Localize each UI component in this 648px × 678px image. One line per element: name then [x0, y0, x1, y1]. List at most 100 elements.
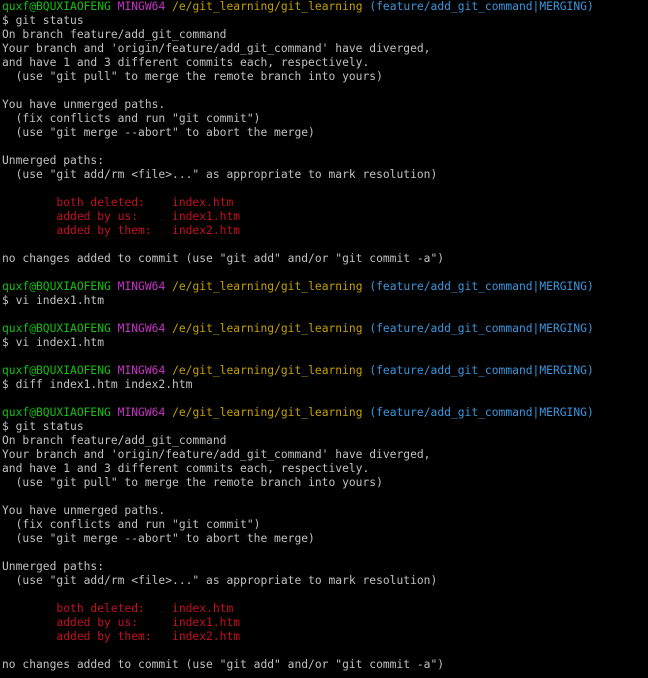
prompt-path: /e/git_learning/git_learning: [172, 406, 363, 419]
output-text: no changes added to commit (use "git add…: [2, 252, 445, 265]
prompt-user-host: quxf@BQUXIAOFENG: [2, 364, 111, 377]
terminal-line: no changes added to commit (use "git add…: [2, 658, 648, 672]
terminal-line: You have unmerged paths.: [2, 98, 648, 112]
terminal-line: Your branch and 'origin/feature/add_git_…: [2, 42, 648, 56]
output-text: (use "git merge --abort" to abort the me…: [2, 532, 315, 545]
terminal-line: On branch feature/add_git_command: [2, 434, 648, 448]
terminal-line: (use "git add/rm <file>..." as appropria…: [2, 168, 648, 182]
output-text: (use "git merge --abort" to abort the me…: [2, 126, 315, 139]
command-text: $ vi index1.htm: [2, 336, 105, 349]
terminal-line: (use "git merge --abort" to abort the me…: [2, 532, 648, 546]
terminal-line: (use "git merge --abort" to abort the me…: [2, 126, 648, 140]
output-text: (fix conflicts and run "git commit"): [2, 112, 261, 125]
prompt-path: /e/git_learning/git_learning: [172, 322, 363, 335]
output-text: (fix conflicts and run "git commit"): [2, 518, 261, 531]
command-text: $ vi index1.htm: [2, 294, 105, 307]
output-text: On branch feature/add_git_command: [2, 434, 227, 447]
conflict-file-line: both deleted: index.htm: [2, 602, 648, 616]
prompt-line: quxf@BQUXIAOFENG MINGW64 /e/git_learning…: [2, 364, 648, 378]
terminal-line: (use "git pull" to merge the remote bran…: [2, 476, 648, 490]
terminal-line: Unmerged paths:: [2, 560, 648, 574]
prompt-branch: (feature/add_git_command|MERGING): [369, 0, 594, 13]
conflict-file-line: both deleted: index.htm: [2, 196, 648, 210]
output-text: and have 1 and 3 different commits each,…: [2, 56, 370, 69]
prompt-line: quxf@BQUXIAOFENG MINGW64 /e/git_learning…: [2, 322, 648, 336]
command-line: $ vi index1.htm: [2, 336, 648, 350]
prompt-mingw-label: MINGW64: [117, 280, 166, 293]
output-text: On branch feature/add_git_command: [2, 28, 227, 41]
command-text: $ diff index1.htm index2.htm: [2, 378, 193, 391]
prompt-line: quxf@BQUXIAOFENG MINGW64 /e/git_learning…: [2, 280, 648, 294]
output-text: You have unmerged paths.: [2, 98, 166, 111]
prompt-branch: (feature/add_git_command|MERGING): [369, 406, 594, 419]
unmerged-file-entry: added by them: index2.htm: [2, 224, 241, 237]
output-text: Your branch and 'origin/feature/add_git_…: [2, 448, 431, 461]
terminal-line: and have 1 and 3 different commits each,…: [2, 56, 648, 70]
terminal-line: and have 1 and 3 different commits each,…: [2, 462, 648, 476]
terminal-line: On branch feature/add_git_command: [2, 28, 648, 42]
command-line: $ git status: [2, 14, 648, 28]
prompt-line: quxf@BQUXIAOFENG MINGW64 /e/git_learning…: [2, 406, 648, 420]
prompt-user-host: quxf@BQUXIAOFENG: [2, 322, 111, 335]
prompt-user-host: quxf@BQUXIAOFENG: [2, 406, 111, 419]
terminal-line: (fix conflicts and run "git commit"): [2, 518, 648, 532]
command-text: $ git status: [2, 14, 84, 27]
terminal-output[interactable]: quxf@BQUXIAOFENG MINGW64 /e/git_learning…: [0, 0, 648, 678]
command-line: $ diff index1.htm index2.htm: [2, 378, 648, 392]
prompt-mingw-label: MINGW64: [117, 364, 166, 377]
prompt-user-host: quxf@BQUXIAOFENG: [2, 0, 111, 13]
prompt-mingw-label: MINGW64: [117, 322, 166, 335]
prompt-line: quxf@BQUXIAOFENG MINGW64 /e/git_learning…: [2, 0, 648, 14]
prompt-mingw-label: MINGW64: [117, 406, 166, 419]
conflict-file-line: added by us: index1.htm: [2, 210, 648, 224]
prompt-branch: (feature/add_git_command|MERGING): [369, 364, 594, 377]
command-text: $ git status: [2, 420, 84, 433]
output-text: no changes added to commit (use "git add…: [2, 658, 445, 671]
unmerged-file-entry: added by them: index2.htm: [2, 630, 241, 643]
output-text: (use "git add/rm <file>..." as appropria…: [2, 574, 438, 587]
prompt-path: /e/git_learning/git_learning: [172, 364, 363, 377]
output-text: (use "git pull" to merge the remote bran…: [2, 70, 383, 83]
prompt-user-host: quxf@BQUXIAOFENG: [2, 280, 111, 293]
output-text: Unmerged paths:: [2, 154, 105, 167]
prompt-mingw-label: MINGW64: [117, 0, 166, 13]
unmerged-file-entry: added by us: index1.htm: [2, 616, 241, 629]
output-text: (use "git pull" to merge the remote bran…: [2, 476, 383, 489]
command-line: $ vi index1.htm: [2, 294, 648, 308]
terminal-line: Your branch and 'origin/feature/add_git_…: [2, 448, 648, 462]
command-line: $ git status: [2, 420, 648, 434]
terminal-line: no changes added to commit (use "git add…: [2, 252, 648, 266]
unmerged-file-entry: added by us: index1.htm: [2, 210, 241, 223]
output-text: You have unmerged paths.: [2, 504, 166, 517]
terminal-line: (use "git add/rm <file>..." as appropria…: [2, 574, 648, 588]
conflict-file-line: added by us: index1.htm: [2, 616, 648, 630]
terminal-line: (fix conflicts and run "git commit"): [2, 112, 648, 126]
prompt-branch: (feature/add_git_command|MERGING): [369, 322, 594, 335]
output-text: (use "git add/rm <file>..." as appropria…: [2, 168, 438, 181]
output-text: and have 1 and 3 different commits each,…: [2, 462, 370, 475]
conflict-file-line: added by them: index2.htm: [2, 224, 648, 238]
terminal-line: Unmerged paths:: [2, 154, 648, 168]
terminal-line: You have unmerged paths.: [2, 504, 648, 518]
unmerged-file-entry: both deleted: index.htm: [2, 196, 234, 209]
terminal-line: (use "git pull" to merge the remote bran…: [2, 70, 648, 84]
prompt-branch: (feature/add_git_command|MERGING): [369, 280, 594, 293]
output-text: Unmerged paths:: [2, 560, 105, 573]
